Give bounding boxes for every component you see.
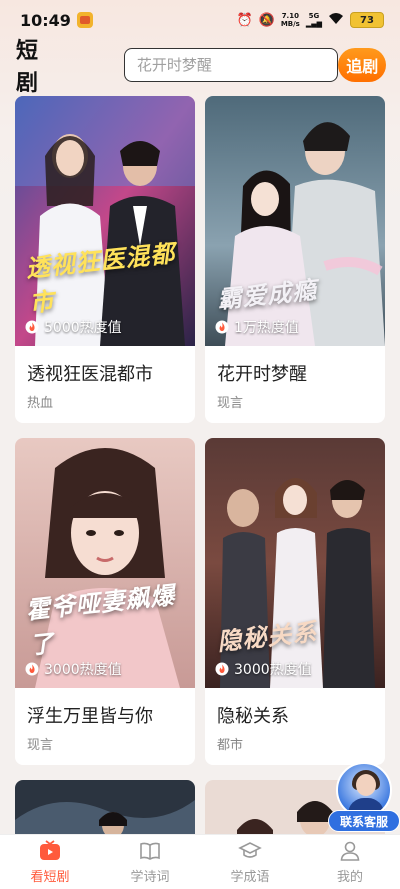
drama-title: 浮生万里皆与你 (27, 706, 153, 727)
heat-value: 1万热度值 (234, 320, 299, 336)
flame-icon (25, 320, 39, 334)
nav-tab-label: 我的 (336, 870, 363, 885)
bottom-nav: 看短剧 学诗词 学成语 我的 (0, 834, 400, 889)
drama-tag: 都市 (217, 738, 244, 753)
nav-tab-label: 学诗词 (130, 870, 170, 885)
status-time: 10:49 (20, 10, 71, 30)
heat-badge: 5000热度值 (25, 317, 122, 337)
graduation-cap-icon (238, 842, 262, 858)
drama-title: 隐秘关系 (217, 706, 289, 727)
nav-tab-poetry[interactable]: 学诗词 (100, 835, 200, 889)
drama-tag: 现言 (217, 396, 244, 411)
flame-icon (215, 662, 229, 676)
search-input[interactable] (136, 56, 326, 74)
drama-poster[interactable]: 霍爷哑妻飙爆了 3000热度值 (15, 438, 195, 688)
customer-service-label: 联系客服 (328, 810, 400, 832)
signal-bars-icon: ▂▄▆ (305, 20, 322, 28)
network-type-label: 5G (308, 12, 320, 20)
mute-bell-icon: 🔕 (258, 12, 275, 28)
drama-poster[interactable]: 霸爱成瘾 1万热度值 (205, 96, 385, 346)
network-speed-value: 7.10 (281, 12, 299, 20)
person-icon (340, 841, 360, 861)
drama-card[interactable]: 透视狂医混都市 5000热度值 透视狂医混都市 热血 (15, 96, 195, 423)
network-speed: 7.10 MB/s (281, 12, 300, 28)
nav-tab-profile[interactable]: 我的 (300, 835, 400, 889)
drama-card[interactable]: 霍爷哑妻飙爆了 3000热度值 浮生万里皆与你 现言 (15, 438, 195, 765)
status-indicators: ⏰ 🔕 7.10 MB/s 5G ▂▄▆ 73 (236, 12, 384, 28)
search-box[interactable] (123, 48, 339, 82)
flame-icon (25, 662, 39, 676)
drama-poster[interactable]: 隐秘关系 3000热度值 (205, 438, 385, 688)
heat-badge: 1万热度值 (215, 317, 299, 337)
flame-icon (215, 320, 229, 334)
drama-title: 花开时梦醒 (217, 364, 307, 385)
nav-tab-idioms[interactable]: 学成语 (200, 835, 300, 889)
drama-poster[interactable]: 透视狂医混都市 5000热度值 (15, 96, 195, 346)
tv-icon (40, 840, 60, 860)
customer-service-button[interactable]: 联系客服 (328, 762, 400, 834)
follow-drama-button[interactable]: 追剧 (338, 48, 386, 82)
heat-badge: 3000热度值 (215, 659, 312, 679)
heat-value: 3000热度值 (44, 662, 122, 678)
drama-tag: 热血 (27, 396, 54, 411)
drama-card[interactable]: 隐秘关系 3000热度值 隐秘关系 都市 (205, 438, 385, 765)
battery-indicator: 73 (350, 12, 384, 28)
network-speed-unit: MB/s (280, 20, 300, 28)
wifi-icon (328, 12, 344, 28)
app-notification-icon (76, 12, 93, 28)
drama-tag: 现言 (27, 738, 54, 753)
nav-tab-label: 学成语 (230, 870, 270, 885)
nav-tab-short-drama[interactable]: 看短剧 (0, 835, 100, 889)
nav-tab-label: 看短剧 (30, 870, 70, 885)
heat-value: 5000热度值 (44, 320, 122, 336)
network-type: 5G ▂▄▆ (306, 12, 322, 28)
header: 短剧 追剧 (0, 39, 400, 96)
status-bar: 10:49 ⏰ 🔕 7.10 MB/s 5G ▂▄▆ 73 (0, 0, 400, 40)
heat-value: 3000热度值 (234, 662, 312, 678)
drama-grid: 透视狂医混都市 5000热度值 透视狂医混都市 热血 霸爱成瘾 1万热度值 花开… (15, 96, 385, 850)
heat-badge: 3000热度值 (25, 659, 122, 679)
page-title: 短剧 (16, 39, 39, 96)
drama-card[interactable]: 霸爱成瘾 1万热度值 花开时梦醒 现言 (205, 96, 385, 423)
alarm-icon: ⏰ (236, 12, 253, 28)
drama-title: 透视狂医混都市 (27, 364, 153, 385)
book-icon (140, 842, 160, 860)
